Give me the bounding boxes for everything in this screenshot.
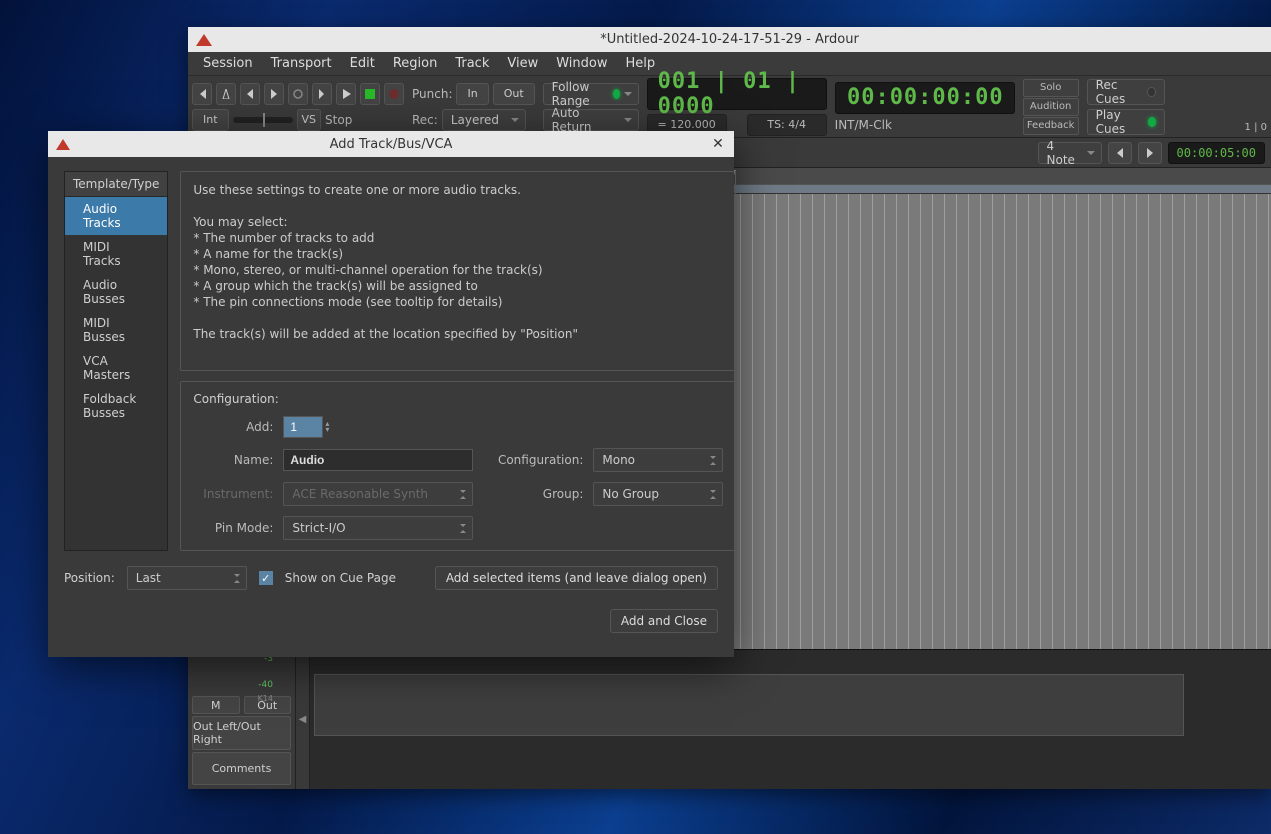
window-titlebar[interactable]: *Untitled-2024-10-24-17-51-29 - Ardour <box>188 27 1271 52</box>
channel-config-label: Configuration: <box>493 453 583 467</box>
name-input[interactable] <box>283 449 473 471</box>
template-list-header: Template/Type <box>65 172 167 197</box>
comments-button[interactable]: Comments <box>192 752 291 786</box>
rec-mode-label: Rec: <box>412 113 438 127</box>
transport-start-button[interactable] <box>192 83 212 105</box>
menu-view[interactable]: View <box>498 53 547 74</box>
pin-mode-combo[interactable]: Strict-I/O <box>283 516 473 540</box>
shuttle-slider[interactable] <box>233 117 293 123</box>
transport-play-button[interactable] <box>336 83 356 105</box>
template-description: Use these settings to create one or more… <box>180 171 736 371</box>
instrument-label: Instrument: <box>193 487 273 501</box>
feedback-indicator[interactable]: Feedback <box>1023 117 1079 135</box>
template-audio-tracks[interactable]: Audio Tracks <box>65 197 167 235</box>
varispeed-button[interactable]: VS <box>297 109 322 131</box>
timecode-readout[interactable]: 00:00:00:00 <box>835 82 1015 114</box>
status-indicators: Solo Audition Feedback <box>1023 79 1079 135</box>
configuration-group: Configuration: Add: ▴▾ Name: Configurati… <box>180 381 736 551</box>
menu-edit[interactable]: Edit <box>341 53 384 74</box>
bbt-readout[interactable]: 001 | 01 | 0000 <box>647 78 827 110</box>
editor-mixer-strip: -3 -40 K14 M Out Out Left/Out Right Comm… <box>188 650 296 789</box>
group-combo[interactable]: No Group <box>593 482 723 506</box>
add-count-spinner[interactable]: ▴▾ <box>325 421 329 433</box>
menu-session[interactable]: Session <box>194 53 262 74</box>
menu-track[interactable]: Track <box>446 53 498 74</box>
output-routing-button[interactable]: Out Left/Out Right <box>192 716 291 750</box>
configuration-title: Configuration: <box>193 392 723 406</box>
name-label: Name: <box>193 453 273 467</box>
template-midi-busses[interactable]: MIDI Busses <box>65 311 167 349</box>
transport-next-button[interactable] <box>264 83 284 105</box>
add-count-label: Add: <box>193 420 273 434</box>
audition-indicator[interactable]: Audition <box>1023 98 1079 116</box>
group-label: Group: <box>493 487 583 501</box>
template-foldback-busses[interactable]: Foldback Busses <box>65 387 167 425</box>
summary-viewport[interactable] <box>314 674 1184 736</box>
toolbar: Int VS Stop Punch: In Out Rec: Layered F… <box>188 76 1271 138</box>
window-title: *Untitled-2024-10-24-17-51-29 - Ardour <box>188 32 1271 47</box>
collapse-mixer-button[interactable]: ◀ <box>296 650 310 789</box>
stop-label: Stop <box>325 113 352 127</box>
transport-stop-button[interactable] <box>360 83 380 105</box>
transport-loop-button[interactable] <box>288 83 308 105</box>
transport-metronome-button[interactable] <box>216 83 236 105</box>
summary-view[interactable] <box>310 650 1271 789</box>
rec-mode-combo[interactable]: Layered <box>442 109 526 131</box>
timesig-readout[interactable]: TS: 4/4 <box>747 114 827 136</box>
add-and-close-button[interactable]: Add and Close <box>610 609 718 633</box>
instrument-combo: ACE Reasonable Synth <box>283 482 473 506</box>
punch-in-button[interactable]: In <box>456 83 488 105</box>
position-combo[interactable]: Last <box>127 566 247 590</box>
menu-region[interactable]: Region <box>384 53 447 74</box>
channel-config-combo[interactable]: Mono <box>593 448 723 472</box>
editor-bottom: -3 -40 K14 M Out Out Left/Out Right Comm… <box>188 649 1271 789</box>
zoom-readout: 1 | 0 <box>1245 122 1267 133</box>
dialog-title: Add Track/Bus/VCA <box>48 137 734 152</box>
template-midi-tracks[interactable]: MIDI Tracks <box>65 235 167 273</box>
meter-scale: -3 -40 K14 <box>192 654 291 694</box>
transport-rec-button[interactable] <box>384 83 404 105</box>
add-track-dialog: Add Track/Bus/VCA ✕ Template/Type Audio … <box>48 131 734 657</box>
punch-label: Punch: <box>412 87 452 101</box>
template-list: Template/Type Audio Tracks MIDI Tracks A… <box>64 171 168 551</box>
template-vca-masters[interactable]: VCA Masters <box>65 349 167 387</box>
add-leave-open-button[interactable]: Add selected items (and leave dialog ope… <box>435 566 718 590</box>
dialog-close-button[interactable]: ✕ <box>708 134 728 154</box>
nudge-clock[interactable]: 00:00:05:00 <box>1168 142 1265 164</box>
show-on-cue-checkbox[interactable]: ✓ <box>259 571 273 585</box>
show-on-cue-label: Show on Cue Page <box>285 571 396 585</box>
transport-prev-button[interactable] <box>240 83 260 105</box>
follow-range-combo[interactable]: Follow Range <box>543 83 639 105</box>
transport-end-button[interactable] <box>312 83 332 105</box>
dialog-titlebar[interactable]: Add Track/Bus/VCA ✕ <box>48 131 734 157</box>
play-cues-button[interactable]: Play Cues <box>1087 109 1165 135</box>
punch-out-button[interactable]: Out <box>493 83 535 105</box>
menu-window[interactable]: Window <box>547 53 616 74</box>
auto-return-combo[interactable]: Auto Return <box>543 109 639 131</box>
mute-button[interactable]: M <box>192 696 240 714</box>
menu-transport[interactable]: Transport <box>262 53 341 74</box>
nudge-left-button[interactable] <box>1108 142 1132 164</box>
grid-combo[interactable]: 4 Note <box>1038 142 1102 164</box>
pin-mode-label: Pin Mode: <box>193 521 273 535</box>
nudge-right-button[interactable] <box>1138 142 1162 164</box>
add-count-input[interactable] <box>283 416 323 438</box>
rec-cues-button[interactable]: Rec Cues <box>1087 79 1165 105</box>
template-audio-busses[interactable]: Audio Busses <box>65 273 167 311</box>
clock-source-label: INT/M-Clk <box>835 118 892 132</box>
solo-indicator[interactable]: Solo <box>1023 79 1079 97</box>
sync-int-button[interactable]: Int <box>192 109 229 131</box>
position-label: Position: <box>64 571 115 585</box>
